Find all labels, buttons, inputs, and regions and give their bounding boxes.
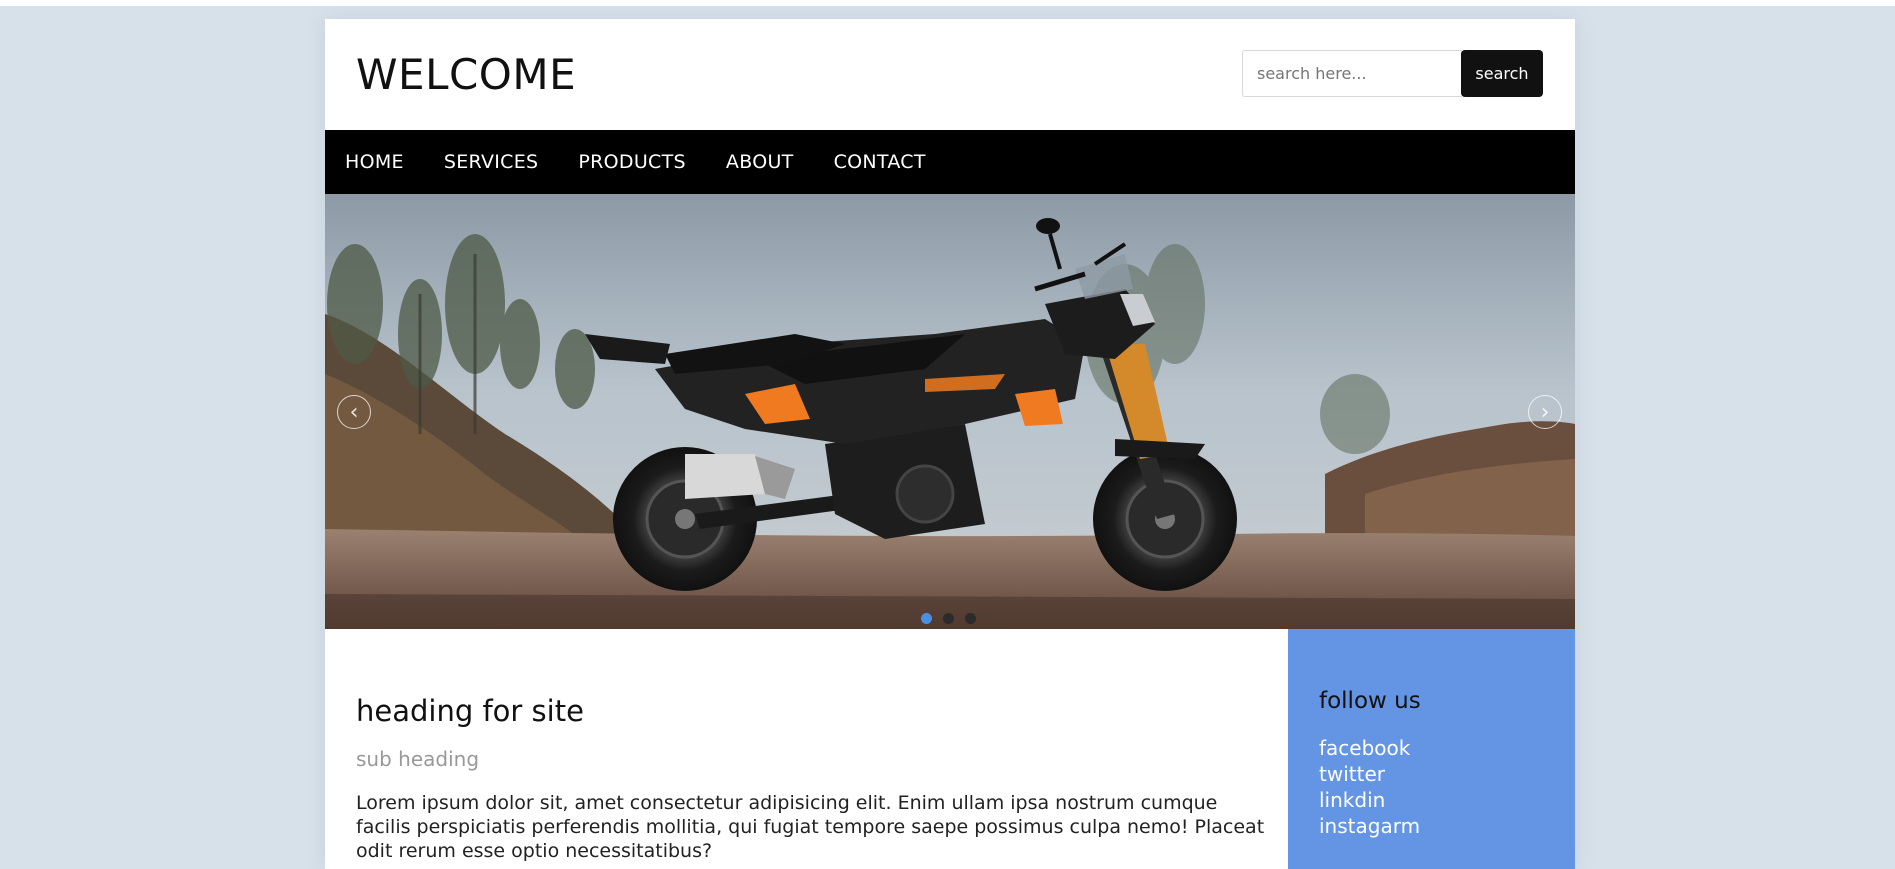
chevron-right-icon: › [1540,399,1550,425]
search-input[interactable] [1242,50,1462,97]
nav-item-contact[interactable]: CONTACT [834,151,926,173]
nav-item-products[interactable]: PRODUCTS [578,151,685,173]
nav-item-services[interactable]: SERVICES [444,151,539,173]
top-strip [0,0,1895,6]
sidebar-heading: follow us [1319,688,1421,714]
slider-next-button[interactable]: › [1528,395,1562,429]
nav-item-about[interactable]: ABOUT [726,151,794,173]
chevron-left-icon: ‹ [349,399,359,425]
slider-dot-1[interactable] [921,613,932,624]
slider-dots [921,613,976,624]
image-slider: ‹ › [325,194,1575,629]
slide-image-motorcycle [325,194,1575,629]
link-linkdin[interactable]: linkdin [1319,788,1385,812]
sidebar-follow: follow us facebook twitter linkdin insta… [1288,629,1575,869]
link-facebook[interactable]: facebook [1319,736,1410,760]
site-title: WELCOME [356,50,577,99]
site-header: WELCOME search [325,19,1575,130]
slider-dot-2[interactable] [943,613,954,624]
slider-prev-button[interactable]: ‹ [337,395,371,429]
slider-dot-3[interactable] [965,613,976,624]
main-content: heading for site sub heading Lorem ipsum… [325,629,1288,869]
link-twitter[interactable]: twitter [1319,762,1385,786]
main-body-text: Lorem ipsum dolor sit, amet consectetur … [356,792,1265,862]
nav-item-home[interactable]: HOME [345,151,404,173]
main-nav: HOME SERVICES PRODUCTS ABOUT CONTACT [325,130,1575,194]
social-links: facebook twitter linkdin instagarm [1319,736,1420,840]
link-instagarm[interactable]: instagarm [1319,814,1420,838]
main-heading: heading for site [356,694,584,728]
main-subheading: sub heading [356,747,480,771]
search-button[interactable]: search [1461,50,1543,97]
page-container: WELCOME search HOME SERVICES PRODUCTS AB… [325,19,1575,869]
